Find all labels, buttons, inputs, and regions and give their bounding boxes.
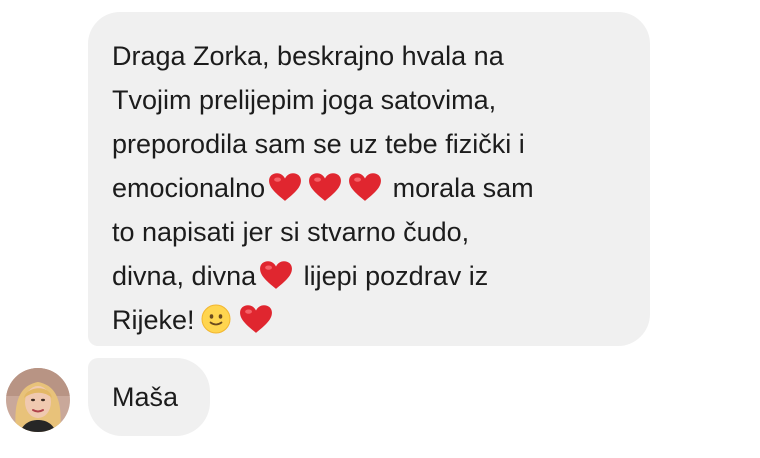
message-line: Tvojim prelijepim joga satovima, (112, 85, 497, 115)
message-line: emocionalno morala sam (112, 172, 534, 203)
heart-icon (239, 304, 273, 334)
heart-icon (259, 260, 293, 290)
smiling-face-icon (201, 304, 231, 334)
message-line: Draga Zorka, beskrajno hvala na (112, 41, 504, 71)
chat-thread: Draga Zorka, beskrajno hvala na Tvojim p… (0, 0, 760, 458)
message-line: divna, divna lijepi pozdrav iz (112, 260, 489, 291)
sender-name-bubble[interactable]: Maša (88, 358, 210, 436)
heart-icon (348, 172, 382, 202)
message-line: to napisati jer si stvarno čudo, (112, 217, 470, 247)
message-line: preporodila sam se uz tebe fizički i (112, 129, 525, 159)
heart-icon (308, 172, 342, 202)
heart-icon (268, 172, 302, 202)
message-bubble[interactable]: Draga Zorka, beskrajno hvala na Tvojim p… (88, 12, 650, 346)
message-line: Rijeke! (112, 298, 626, 342)
sender-name: Maša (112, 382, 179, 412)
avatar[interactable] (6, 368, 70, 432)
